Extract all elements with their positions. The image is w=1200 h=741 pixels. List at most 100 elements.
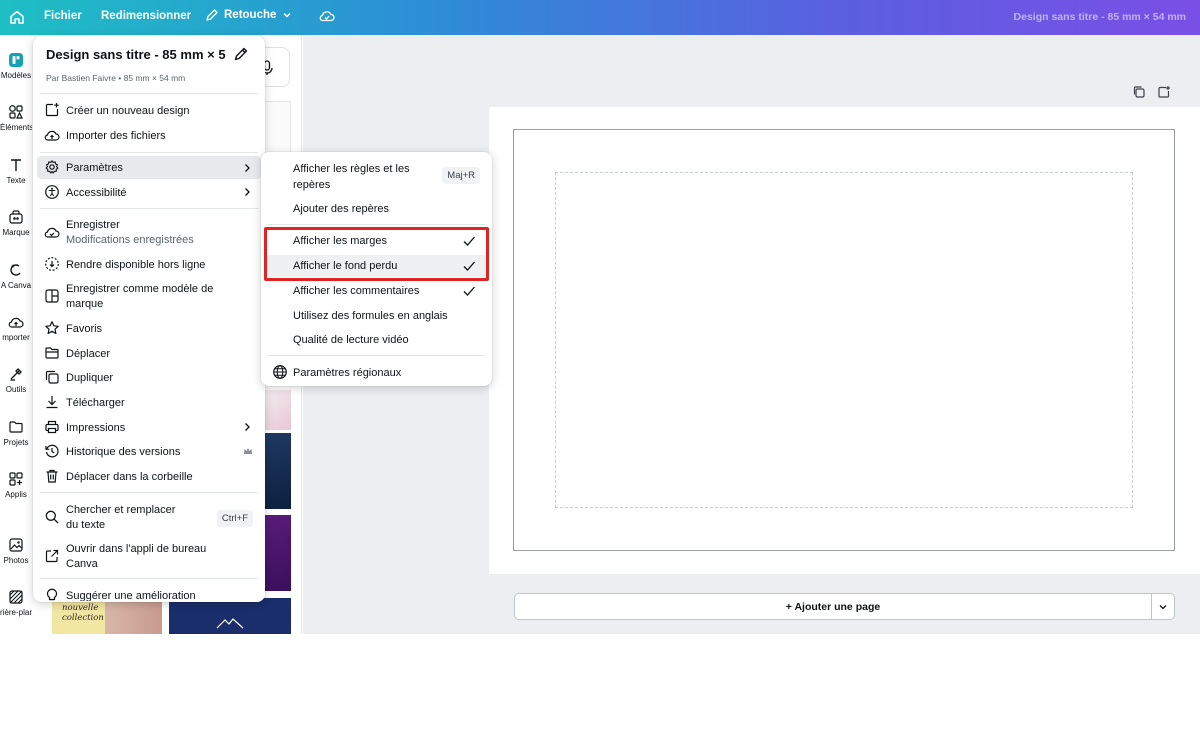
document-title[interactable]: Design sans titre - 85 mm × 54 mm [1014, 11, 1186, 23]
duplicate-icon [44, 369, 60, 385]
history-icon [44, 443, 60, 459]
menu-item-desktop-app[interactable]: Ouvrir dans l'appli de bureau Canva [37, 540, 261, 574]
menu-item-history[interactable]: Historique des versions [37, 443, 261, 461]
retouche-button[interactable]: Retouche [205, 8, 293, 22]
menu-item-accessibility[interactable]: Accessibilité [37, 184, 261, 202]
submenu-item-label: Utilisez des formules en anglais [293, 310, 448, 322]
rail-label: rière-plan [0, 608, 32, 617]
submenu-item-label: Ajouter des repères [293, 203, 389, 215]
chevron-right-icon [241, 421, 253, 433]
template-thumbnail-collection[interactable]: nouvelle collection [52, 598, 162, 634]
menu-item-move[interactable]: Déplacer [37, 345, 261, 363]
template-thumbnail[interactable] [169, 598, 291, 634]
template-thumbnail[interactable] [264, 390, 291, 430]
home-icon[interactable] [8, 8, 26, 26]
rail-item-projects[interactable]: Projets [0, 419, 32, 447]
menu-item-find-replace[interactable]: Chercher et remplacer du texte Ctrl+F [37, 501, 261, 535]
file-menu-button[interactable]: Fichier [44, 10, 82, 22]
menu-item-label: Déplacer dans la corbeille [66, 471, 193, 483]
submenu-item-label-line2: repères [293, 179, 331, 191]
menu-item-settings[interactable]: Paramètres [37, 156, 261, 179]
menu-item-label: Dupliquer [66, 372, 114, 384]
rail-label: Modèles [0, 71, 32, 80]
lightbulb-icon [44, 587, 60, 601]
chevron-right-icon [241, 162, 253, 174]
rail-item-upload[interactable]: mporter [0, 314, 32, 342]
menu-item-label: Favoris [66, 323, 103, 335]
rail-item-elements[interactable]: Éléments [0, 104, 32, 132]
rail-item-photos[interactable]: Photos [0, 537, 32, 565]
menu-item-favorites[interactable]: Favoris [37, 320, 261, 338]
submenu-item-margins[interactable]: Afficher les marges [265, 232, 488, 250]
rail-label: A Canva [0, 281, 32, 290]
menu-item-save-template[interactable]: Enregistrer comme modèle de marque [37, 280, 261, 314]
menu-design-subtitle: Par Bastien Faivre • 85 mm × 54 mm [46, 73, 186, 83]
magic-icon [8, 262, 24, 278]
rail-item-brand[interactable]: Marque [0, 209, 32, 237]
menu-item-label: Historique des versions [66, 446, 181, 458]
menu-item-duplicate[interactable]: Dupliquer [37, 369, 261, 387]
download-icon [44, 394, 60, 410]
menu-item-suggest[interactable]: Suggérer une amélioration [37, 587, 261, 601]
rail-item-templates[interactable]: Modèles [0, 52, 32, 80]
menu-item-download[interactable]: Télécharger [37, 394, 261, 412]
background-icon [8, 589, 24, 605]
submenu-item-add-guides[interactable]: Ajouter des repères [265, 200, 488, 218]
rail-item-apps[interactable]: Applis [0, 471, 32, 499]
elements-icon [8, 104, 24, 120]
rail-label: mporter [2, 333, 30, 342]
menu-item-trash[interactable]: Déplacer dans la corbeille [37, 468, 261, 486]
template-thumbnail[interactable] [264, 515, 291, 591]
folder-icon [8, 419, 24, 435]
star-icon [44, 320, 60, 336]
submenu-item-video-quality[interactable]: Qualité de lecture vidéo [265, 331, 488, 349]
submenu-item-bleed[interactable]: Afficher le fond perdu [265, 255, 488, 277]
menu-item-print[interactable]: Impressions [37, 419, 261, 437]
thumbnail-text: nouvelle collection [62, 603, 104, 623]
menu-divider [40, 93, 258, 94]
chevron-right-icon [241, 186, 253, 198]
submenu-item-regional[interactable]: Paramètres régionaux [265, 364, 488, 382]
printer-icon [44, 419, 60, 435]
canva-editor: Fichier Redimensionner Retouche Design s… [0, 0, 1200, 741]
menu-item-label: Ouvrir dans l'appli de bureau [66, 543, 207, 555]
template-thumbnail[interactable] [264, 433, 291, 509]
menu-item-label: Enregistrer comme modèle de [66, 283, 214, 295]
add-page-icon[interactable] [1157, 85, 1171, 99]
file-menu: Design sans titre - 85 mm × 5 Par Bastie… [33, 36, 265, 602]
search-icon [44, 509, 60, 525]
menu-item-create[interactable]: Créer un nouveau design [37, 102, 261, 120]
menu-item-label: Rendre disponible hors ligne [66, 259, 206, 271]
edit-title-icon[interactable] [233, 46, 249, 62]
submenu-item-formulas[interactable]: Utilisez des formules en anglais [265, 307, 488, 325]
resize-button[interactable]: Redimensionner [101, 10, 191, 22]
menu-item-save[interactable]: Enregistrer Modifications enregistrées [37, 216, 261, 250]
menu-item-label: Importer des fichiers [66, 130, 166, 142]
add-page-options-button[interactable] [1151, 593, 1175, 620]
crown-icon [243, 446, 253, 456]
tools-icon [8, 366, 24, 382]
shortcut-badge: Maj+R [442, 167, 480, 184]
cloud-saved-icon[interactable] [318, 7, 336, 25]
chevron-down-icon [281, 9, 293, 21]
menu-item-label: Impressions [66, 422, 126, 434]
submenu-item-comments[interactable]: Afficher les commentaires [265, 282, 488, 300]
menu-item-offline[interactable]: Rendre disponible hors ligne [37, 256, 261, 274]
add-page-button[interactable]: + Ajouter une page [514, 593, 1152, 620]
menu-item-import[interactable]: Importer des fichiers [37, 127, 261, 145]
submenu-item-label: Afficher les commentaires [293, 285, 420, 297]
rail-item-text[interactable]: Texte [0, 157, 32, 185]
submenu-item-label: Paramètres régionaux [293, 367, 402, 379]
rail-item-background[interactable]: rière-plan [0, 589, 32, 617]
folder-icon [44, 345, 60, 361]
external-link-icon [44, 548, 60, 564]
menu-design-title[interactable]: Design sans titre - 85 mm × 5 [46, 47, 226, 62]
menu-item-label: Suggérer une amélioration [66, 590, 196, 601]
upload-icon [8, 314, 24, 330]
rail-item-tools[interactable]: Outils [0, 366, 32, 394]
rail-item-magic[interactable]: A Canva [0, 262, 32, 290]
duplicate-page-icon[interactable] [1132, 85, 1146, 99]
submenu-item-rulers[interactable]: Afficher les règles et les repères Maj+R [265, 160, 488, 194]
design-page[interactable] [489, 107, 1200, 574]
brand-template-icon [44, 288, 60, 304]
